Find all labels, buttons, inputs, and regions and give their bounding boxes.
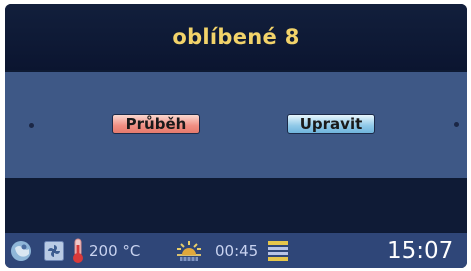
- progress-button[interactable]: Průběh: [112, 114, 200, 134]
- status-bar: 200 °C 00:45 15:07: [5, 233, 467, 268]
- fan-icon[interactable]: [44, 241, 64, 261]
- scroll-right-indicator-icon[interactable]: [454, 122, 459, 127]
- heating-mode-icon[interactable]: [174, 239, 204, 263]
- scroll-left-indicator-icon[interactable]: [29, 123, 34, 128]
- page-title: oblíbené 8: [172, 25, 300, 49]
- duration-value[interactable]: 00:45: [215, 241, 258, 261]
- title-bar: oblíbené 8: [5, 4, 467, 70]
- steam-level-icon[interactable]: [267, 239, 289, 263]
- temperature-value[interactable]: 200 °C: [89, 241, 140, 261]
- oven-display: oblíbené 8 Průběh Upravit 200 °C 00:45 1…: [5, 4, 467, 268]
- program-icon[interactable]: [9, 239, 33, 263]
- thermometer-icon: [71, 238, 85, 264]
- empty-panel: [5, 180, 467, 232]
- edit-button[interactable]: Upravit: [287, 114, 375, 134]
- clock: 15:07: [387, 238, 454, 264]
- main-panel: Průběh Upravit: [5, 72, 467, 178]
